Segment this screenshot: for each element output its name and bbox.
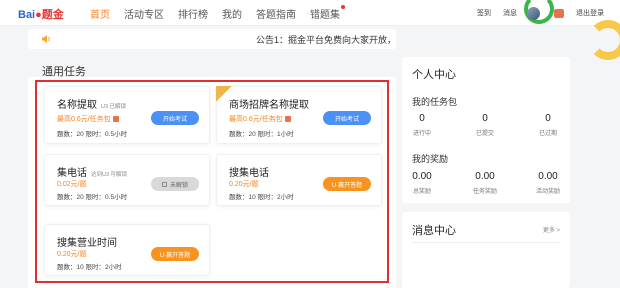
stat-task-reward[interactable]: 0.00 任务奖励	[460, 171, 510, 195]
stat-label: 已提交	[475, 131, 494, 137]
stat-value: 0	[545, 113, 551, 124]
stat-total-reward[interactable]: 0.00 总奖励	[397, 171, 447, 195]
stat-value: 0.00	[412, 171, 432, 182]
stat-label: 已过期	[538, 131, 557, 137]
personal-center-card: 个人中心 我的任务包 0 进行中 0 已提交 0 已过期 我的奖励 0.00 总…	[402, 57, 570, 203]
stat-submitted[interactable]: 0 已提交	[460, 113, 510, 137]
divider	[412, 242, 560, 243]
stat-label: 进行中	[412, 131, 431, 137]
stat-value: 0	[419, 113, 425, 124]
stat-label: 任务奖励	[472, 189, 497, 195]
more-link[interactable]: 更多 >	[543, 225, 560, 234]
personal-center-title: 个人中心	[412, 69, 456, 81]
rewards-title: 我的奖励	[412, 154, 449, 164]
stat-expired[interactable]: 0 已过期	[523, 113, 573, 137]
message-center-title: 消息中心	[412, 225, 456, 237]
packages-title: 我的任务包	[412, 97, 458, 107]
message-center-card: 消息中心 更多 >	[402, 212, 570, 288]
stat-value: 0	[482, 113, 488, 124]
stat-label: 活动奖励	[535, 189, 560, 195]
stat-label: 总奖励	[412, 189, 431, 195]
stat-activity-reward[interactable]: 0.00 活动奖励	[523, 171, 573, 195]
stat-in-progress[interactable]: 0 进行中	[397, 113, 447, 137]
stat-value: 0.00	[475, 171, 495, 182]
stat-value: 0.00	[538, 171, 558, 182]
